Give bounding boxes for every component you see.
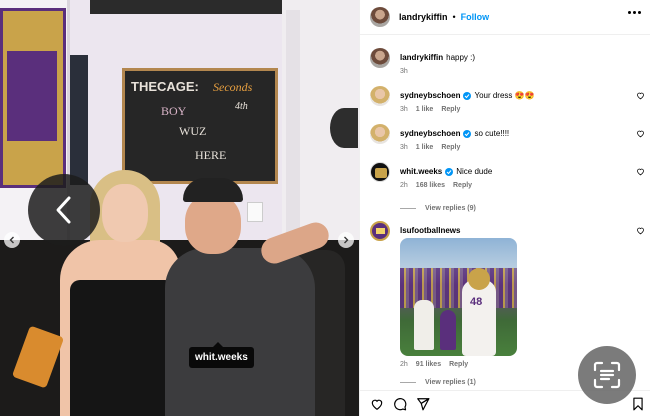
verified-badge-icon [445, 167, 454, 176]
verified-badge-icon [463, 129, 472, 138]
svg-text:4th: 4th [235, 101, 248, 112]
avatar[interactable] [370, 124, 390, 144]
svg-text:Seconds: Seconds [213, 80, 253, 94]
view-replies-button[interactable]: View replies (9) [400, 205, 632, 212]
scan-text-icon [593, 361, 621, 389]
caption-username[interactable]: landrykiffin [400, 52, 443, 63]
avatar[interactable] [370, 162, 390, 182]
heart-icon[interactable] [636, 167, 645, 176]
comment-item: sydneybschoen so cute!!!! 3h 1 like Repl… [370, 124, 645, 152]
comment-icon[interactable] [393, 397, 407, 411]
window [70, 55, 88, 185]
reply-button[interactable]: Reply [441, 106, 460, 113]
comment-text: Your dress 😍😍 [474, 91, 535, 100]
comment-time[interactable]: 2h [400, 182, 408, 189]
caption: landrykiffin happy :) 3h [370, 48, 645, 76]
more-options-icon[interactable] [628, 11, 641, 14]
svg-text:HERE: HERE [195, 148, 226, 162]
lsu-banner [0, 8, 66, 188]
heart-icon[interactable] [636, 226, 645, 235]
comment-time[interactable]: 3h [400, 144, 408, 151]
comment-likes[interactable]: 1 like [416, 106, 434, 113]
reply-button[interactable]: Reply [453, 182, 472, 189]
avatar[interactable] [370, 86, 390, 106]
user-tag[interactable]: whit.weeks [189, 342, 254, 368]
comment-image[interactable]: 48 [400, 238, 517, 356]
comment-item: whit.weeks Nice dude 2h 168 likes Reply … [370, 162, 645, 212]
comment-text: Nice dude [456, 167, 493, 176]
comment-username[interactable]: sydneybschoen [400, 128, 460, 139]
comment-username[interactable]: sydneybschoen [400, 90, 460, 101]
comment-time[interactable]: 2h [400, 361, 408, 368]
comment-likes[interactable]: 1 like [416, 144, 434, 151]
comment-item: sydneybschoen Your dress 😍😍 3h 1 like Re… [370, 86, 645, 114]
comment-likes[interactable]: 91 likes [416, 361, 441, 368]
chalkboard: THECAGE: Seconds 4th BOY WUZ HERE [122, 68, 278, 184]
top-shelf [90, 0, 300, 14]
header-username[interactable]: landrykiffin [399, 12, 448, 22]
comment-item: lsufootballnews [370, 221, 645, 241]
svg-text:BOY: BOY [161, 104, 187, 118]
comment-time[interactable]: 3h [400, 106, 408, 113]
avatar[interactable] [370, 7, 390, 27]
verified-badge-icon [463, 91, 472, 100]
chevron-left-icon [9, 236, 14, 244]
comment-likes[interactable]: 168 likes [416, 182, 445, 189]
bookmark-icon[interactable] [632, 397, 644, 411]
caption-text: happy :) [446, 53, 476, 62]
svg-text:THECAGE:: THECAGE: [131, 79, 199, 94]
heart-icon[interactable] [636, 91, 645, 100]
chevron-right-icon [344, 236, 349, 244]
comment-username[interactable]: whit.weeks [400, 166, 442, 177]
send-icon[interactable] [416, 397, 430, 411]
heart-icon[interactable] [370, 397, 384, 411]
jersey-number: 48 [470, 296, 483, 308]
avatar[interactable] [370, 48, 390, 68]
visual-search-button[interactable] [578, 346, 636, 404]
comment-text: so cute!!!! [474, 129, 510, 138]
helmet [330, 108, 358, 148]
reply-button[interactable]: Reply [441, 144, 460, 151]
reply-button[interactable]: Reply [449, 361, 468, 368]
post-photo[interactable]: THECAGE: Seconds 4th BOY WUZ HERE whit.w… [0, 0, 359, 416]
svg-text:WUZ: WUZ [179, 124, 206, 138]
chevron-left-icon [56, 196, 71, 224]
person-right [165, 178, 333, 416]
separator-dot: • [452, 12, 456, 22]
avatar[interactable] [370, 221, 390, 241]
post-header: landrykiffin • Follow [360, 0, 650, 35]
chalkboard-writing: THECAGE: Seconds 4th BOY WUZ HERE [131, 79, 253, 162]
comment-username[interactable]: lsufootballnews [400, 225, 460, 236]
caption-time[interactable]: 3h [400, 68, 408, 75]
follow-button[interactable]: Follow [461, 12, 490, 22]
carousel-prev-button[interactable] [4, 232, 20, 248]
heart-icon[interactable] [636, 129, 645, 138]
carousel-next-button[interactable] [338, 232, 354, 248]
previous-button[interactable] [28, 174, 100, 246]
